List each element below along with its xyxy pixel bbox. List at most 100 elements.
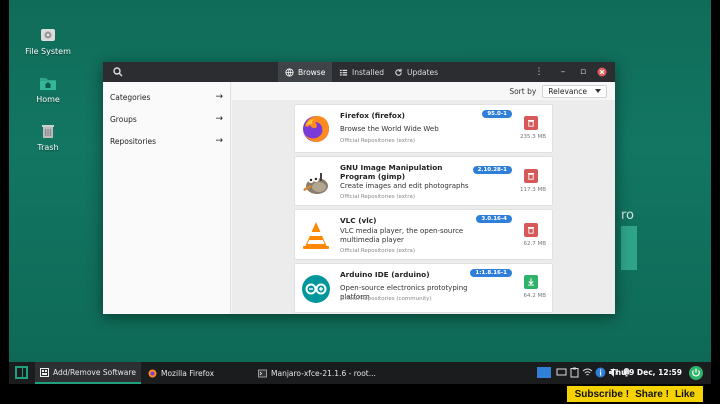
sidebar: Categories → Groups → Repositories → bbox=[103, 82, 231, 314]
letterbox-right bbox=[711, 0, 720, 404]
package-manager-icon bbox=[40, 367, 49, 377]
sidebar-item-categories[interactable]: Categories → bbox=[103, 86, 230, 108]
list-icon bbox=[339, 69, 348, 76]
gimp-icon bbox=[303, 173, 328, 194]
tab-updates[interactable]: Updates bbox=[387, 62, 445, 82]
clipboard-icon[interactable] bbox=[569, 367, 580, 378]
sidebar-item-label: Repositories bbox=[110, 136, 157, 146]
promo-share: Share ! bbox=[635, 388, 669, 400]
package-card-gimp[interactable]: GNU Image Manipulation Program (gimp) Cr… bbox=[294, 156, 553, 206]
sidebar-item-repositories[interactable]: Repositories → bbox=[103, 130, 230, 152]
remove-button[interactable] bbox=[524, 223, 538, 237]
desktop-icon-file-system[interactable]: File System bbox=[18, 26, 78, 56]
version-badge: 3.0.16-4 bbox=[476, 215, 512, 223]
package-description: VLC media player, the open-source multim… bbox=[340, 227, 464, 244]
letterbox-left bbox=[0, 0, 9, 404]
trash-icon bbox=[528, 120, 534, 127]
task-mozilla-firefox[interactable]: Mozilla Firefox bbox=[143, 362, 219, 384]
wallpaper-text: ro bbox=[621, 208, 635, 223]
task-label: Mozilla Firefox bbox=[161, 368, 215, 378]
sort-value: Relevance bbox=[548, 86, 587, 96]
remove-button[interactable] bbox=[524, 169, 538, 183]
add-remove-software-window: Browse Installed Updates ⋮ – ▫ Categorie… bbox=[103, 62, 615, 314]
search-icon[interactable] bbox=[112, 66, 124, 78]
network-icon[interactable] bbox=[582, 367, 593, 378]
chevron-down-icon bbox=[595, 89, 601, 93]
tab-label: Updates bbox=[407, 67, 439, 77]
info-icon[interactable] bbox=[595, 367, 606, 378]
subscribe-banner: Subscribe ! Share ! Like bbox=[566, 386, 703, 402]
globe-icon bbox=[285, 67, 294, 77]
close-icon bbox=[597, 67, 607, 77]
vlc-icon bbox=[303, 222, 329, 249]
sort-select[interactable]: Relevance bbox=[542, 84, 607, 98]
package-size: 62.7 MB bbox=[523, 241, 546, 247]
desktop-icon-label: Home bbox=[36, 95, 60, 104]
screen: File System Home Trash ro Browse Install… bbox=[0, 0, 720, 404]
package-card-firefox[interactable]: Firefox (firefox) Browse the World Wide … bbox=[294, 104, 553, 153]
tab-installed[interactable]: Installed bbox=[332, 62, 391, 82]
trash-icon bbox=[528, 227, 534, 234]
tab-label: Browse bbox=[298, 67, 326, 77]
home-folder-icon bbox=[40, 78, 56, 90]
package-card-arduino[interactable]: Arduino IDE (arduino) Open-source electr… bbox=[294, 263, 553, 313]
package-name: Arduino IDE (arduino) bbox=[340, 270, 430, 279]
tab-browse[interactable]: Browse bbox=[278, 62, 333, 82]
drive-icon bbox=[41, 29, 55, 41]
manjaro-menu-icon[interactable] bbox=[15, 366, 28, 379]
workspace-icon[interactable] bbox=[537, 367, 551, 378]
refresh-icon bbox=[395, 68, 402, 76]
firefox-icon bbox=[303, 116, 329, 142]
package-size: 64.2 MB bbox=[523, 293, 546, 299]
minimize-button[interactable]: – bbox=[556, 65, 570, 79]
maximize-button[interactable]: ▫ bbox=[576, 65, 590, 79]
package-repo: Official Repositories (extra) bbox=[340, 194, 415, 200]
terminal-icon bbox=[258, 369, 267, 377]
window-header: Browse Installed Updates ⋮ – ▫ bbox=[103, 62, 615, 82]
remove-button[interactable] bbox=[524, 116, 538, 130]
sort-bar: Sort by Relevance bbox=[232, 82, 615, 100]
menu-button[interactable]: ⋮ bbox=[532, 65, 546, 79]
firefox-icon bbox=[148, 369, 157, 377]
package-name: VLC (vlc) bbox=[340, 216, 377, 225]
desktop-icon-home[interactable]: Home bbox=[18, 74, 78, 104]
clock[interactable]: Thu 9 Dec, 12:59 bbox=[611, 368, 682, 377]
package-description: Create images and edit photographs bbox=[340, 182, 469, 190]
version-badge: 2.10.28-1 bbox=[472, 166, 512, 174]
wallpaper-stripe bbox=[621, 226, 637, 270]
package-card-vlc[interactable]: VLC (vlc) VLC media player, the open-sou… bbox=[294, 209, 553, 260]
desktop-icon-trash[interactable]: Trash bbox=[18, 122, 78, 152]
power-icon[interactable] bbox=[689, 366, 703, 380]
close-button[interactable] bbox=[595, 65, 609, 79]
package-size: 117.3 MB bbox=[519, 187, 546, 193]
task-terminal[interactable]: Manjaro-xfce-21.1.6 - root... bbox=[253, 362, 381, 384]
package-size: 235.3 MB bbox=[519, 134, 546, 140]
task-label: Manjaro-xfce-21.1.6 - root... bbox=[271, 368, 376, 378]
trash-icon bbox=[42, 125, 54, 138]
promo-subscribe: Subscribe ! bbox=[574, 388, 630, 400]
arrow-right-icon: → bbox=[215, 136, 223, 146]
package-repo: Official Repositories (extra) bbox=[340, 248, 415, 254]
version-badge: 95.0-1 bbox=[482, 110, 512, 118]
task-label: Add/Remove Software bbox=[53, 367, 136, 377]
desktop-icon-label: Trash bbox=[37, 143, 59, 152]
version-badge: 1:1.8.16-1 bbox=[470, 269, 512, 277]
download-icon bbox=[528, 278, 534, 286]
arduino-icon bbox=[302, 275, 330, 303]
promo-like: Like bbox=[674, 388, 695, 400]
package-description: Browse the World Wide Web bbox=[340, 125, 439, 133]
package-name: GNU Image Manipulation Program (gimp) bbox=[340, 163, 443, 181]
sidebar-item-groups[interactable]: Groups → bbox=[103, 108, 230, 130]
promo-bar: Subscribe ! Share ! Like bbox=[9, 384, 711, 404]
desktop-icon-label: File System bbox=[25, 47, 71, 56]
task-add-remove-software[interactable]: Add/Remove Software bbox=[35, 362, 141, 384]
install-button[interactable] bbox=[524, 275, 538, 289]
arrow-right-icon: → bbox=[215, 114, 223, 124]
screen-icon[interactable] bbox=[556, 367, 567, 378]
tab-label: Installed bbox=[352, 67, 384, 77]
sidebar-item-label: Groups bbox=[110, 114, 137, 124]
taskbar: Add/Remove Software Mozilla Firefox Manj… bbox=[9, 362, 711, 384]
package-repo: Official Repositories (community) bbox=[340, 296, 432, 302]
package-name: Firefox (firefox) bbox=[340, 111, 405, 120]
trash-icon bbox=[528, 173, 534, 180]
